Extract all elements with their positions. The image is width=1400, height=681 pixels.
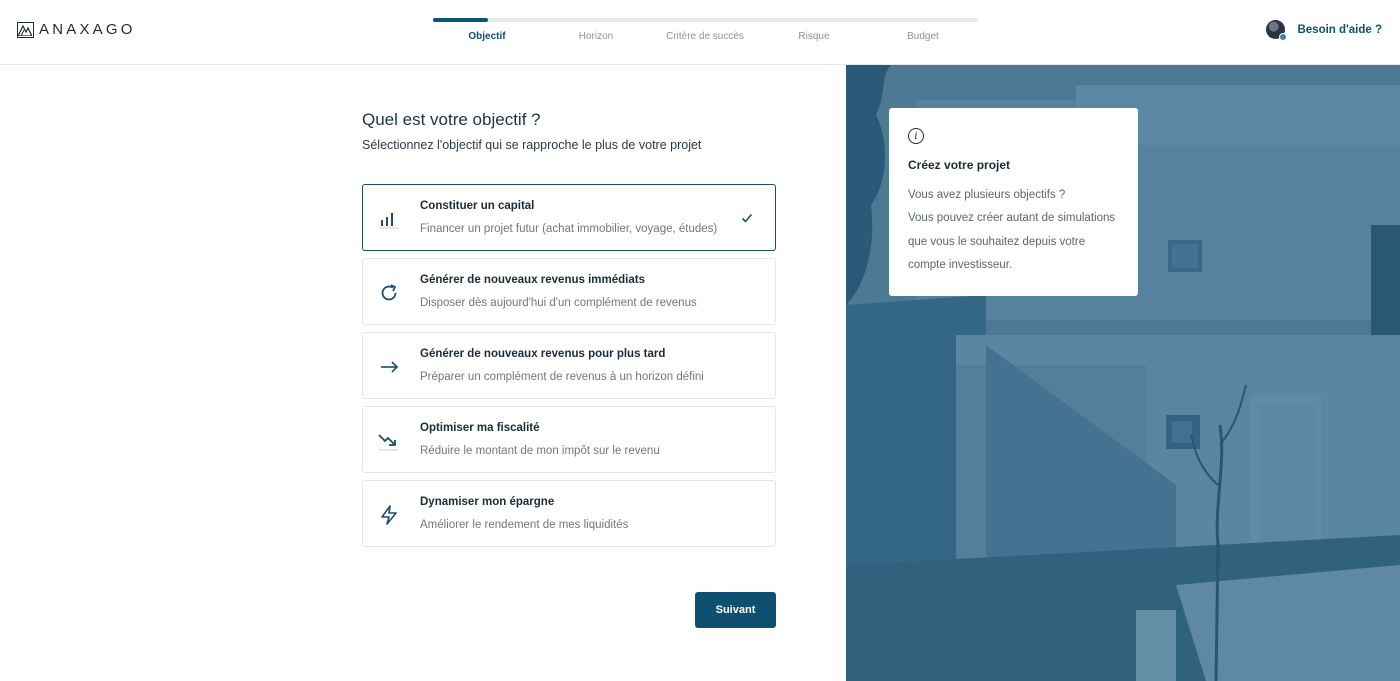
progress-stepper: Objectif Horizon Critère de succès Risqu… [433, 18, 978, 42]
info-card-line: Vous pouvez créer autant de simulations [908, 212, 1116, 225]
option-title: Générer de nouveaux revenus pour plus ta… [420, 348, 666, 360]
refresh-icon [378, 282, 400, 304]
logo[interactable]: ANAXAGO [17, 21, 136, 38]
header: ANAXAGO Objectif Horizon Critère de succ… [0, 0, 1400, 65]
option-description: Financer un projet futur (achat immobili… [420, 223, 718, 235]
info-card-title: Créez votre projet [908, 158, 1011, 172]
option-title: Dynamiser mon épargne [420, 496, 555, 508]
page-subtitle: Sélectionnez l'objectif qui se rapproche… [362, 138, 702, 152]
option-title: Constituer un capital [420, 200, 535, 212]
info-card: i Créez votre projet Vous avez plusieurs… [889, 108, 1138, 296]
online-status-dot [1279, 33, 1288, 41]
info-icon: i [908, 128, 924, 144]
info-card-line: Vous avez plusieurs objectifs ? [908, 189, 1066, 201]
info-card-text: Vous avez plusieurs objectifs ? Vous pou… [908, 184, 1119, 277]
info-card-line: que vous le souhaitez depuis votre [908, 235, 1086, 248]
step-budget[interactable]: Budget [868, 31, 978, 42]
option-revenus-plus-tard[interactable]: Générer de nouveaux revenus pour plus ta… [362, 332, 776, 399]
option-constituer-capital[interactable]: Constituer un capital Financer un projet… [362, 184, 776, 251]
trending-down-icon [378, 430, 400, 452]
bar-chart-icon [378, 208, 400, 230]
help-link[interactable]: Besoin d'aide ? [1297, 24, 1382, 36]
arrow-right-icon [378, 356, 400, 378]
logo-mark-icon [17, 21, 34, 38]
option-description: Disposer dès aujourd'hui d'un complément… [420, 297, 697, 309]
step-critere-de-succes[interactable]: Critère de succès [650, 31, 760, 42]
option-description: Réduire le montant de mon impôt sur le r… [420, 445, 660, 457]
stepper-track [433, 18, 978, 22]
option-optimiser-fiscalite[interactable]: Optimiser ma fiscalité Réduire le montan… [362, 406, 776, 473]
option-description: Préparer un complément de revenus à un h… [420, 371, 704, 383]
option-description: Améliorer le rendement de mes liquidités [420, 519, 629, 531]
stepper-fill [433, 18, 488, 22]
option-revenus-immediats[interactable]: Générer de nouveaux revenus immédiats Di… [362, 258, 776, 325]
step-list: Objectif Horizon Critère de succès Risqu… [419, 31, 1019, 45]
page-title: Quel est votre objectif ? [362, 110, 541, 129]
info-card-line: compte investisseur. [908, 258, 1013, 271]
checkmark-icon [741, 211, 753, 223]
step-horizon[interactable]: Horizon [541, 31, 651, 42]
step-risque[interactable]: Risque [759, 31, 869, 42]
option-dynamiser-epargne[interactable]: Dynamiser mon épargne Améliorer le rende… [362, 480, 776, 547]
option-title: Générer de nouveaux revenus immédiats [420, 274, 645, 286]
next-button[interactable]: Suivant [695, 592, 776, 628]
objective-options: Constituer un capital Financer un projet… [362, 184, 776, 554]
logo-text: ANAXAGO [39, 21, 136, 38]
step-objectif[interactable]: Objectif [432, 31, 542, 42]
help-area: Besoin d'aide ? [1266, 20, 1382, 41]
option-title: Optimiser ma fiscalité [420, 422, 540, 434]
lightning-icon [378, 504, 400, 526]
advisor-avatar[interactable] [1266, 20, 1288, 41]
